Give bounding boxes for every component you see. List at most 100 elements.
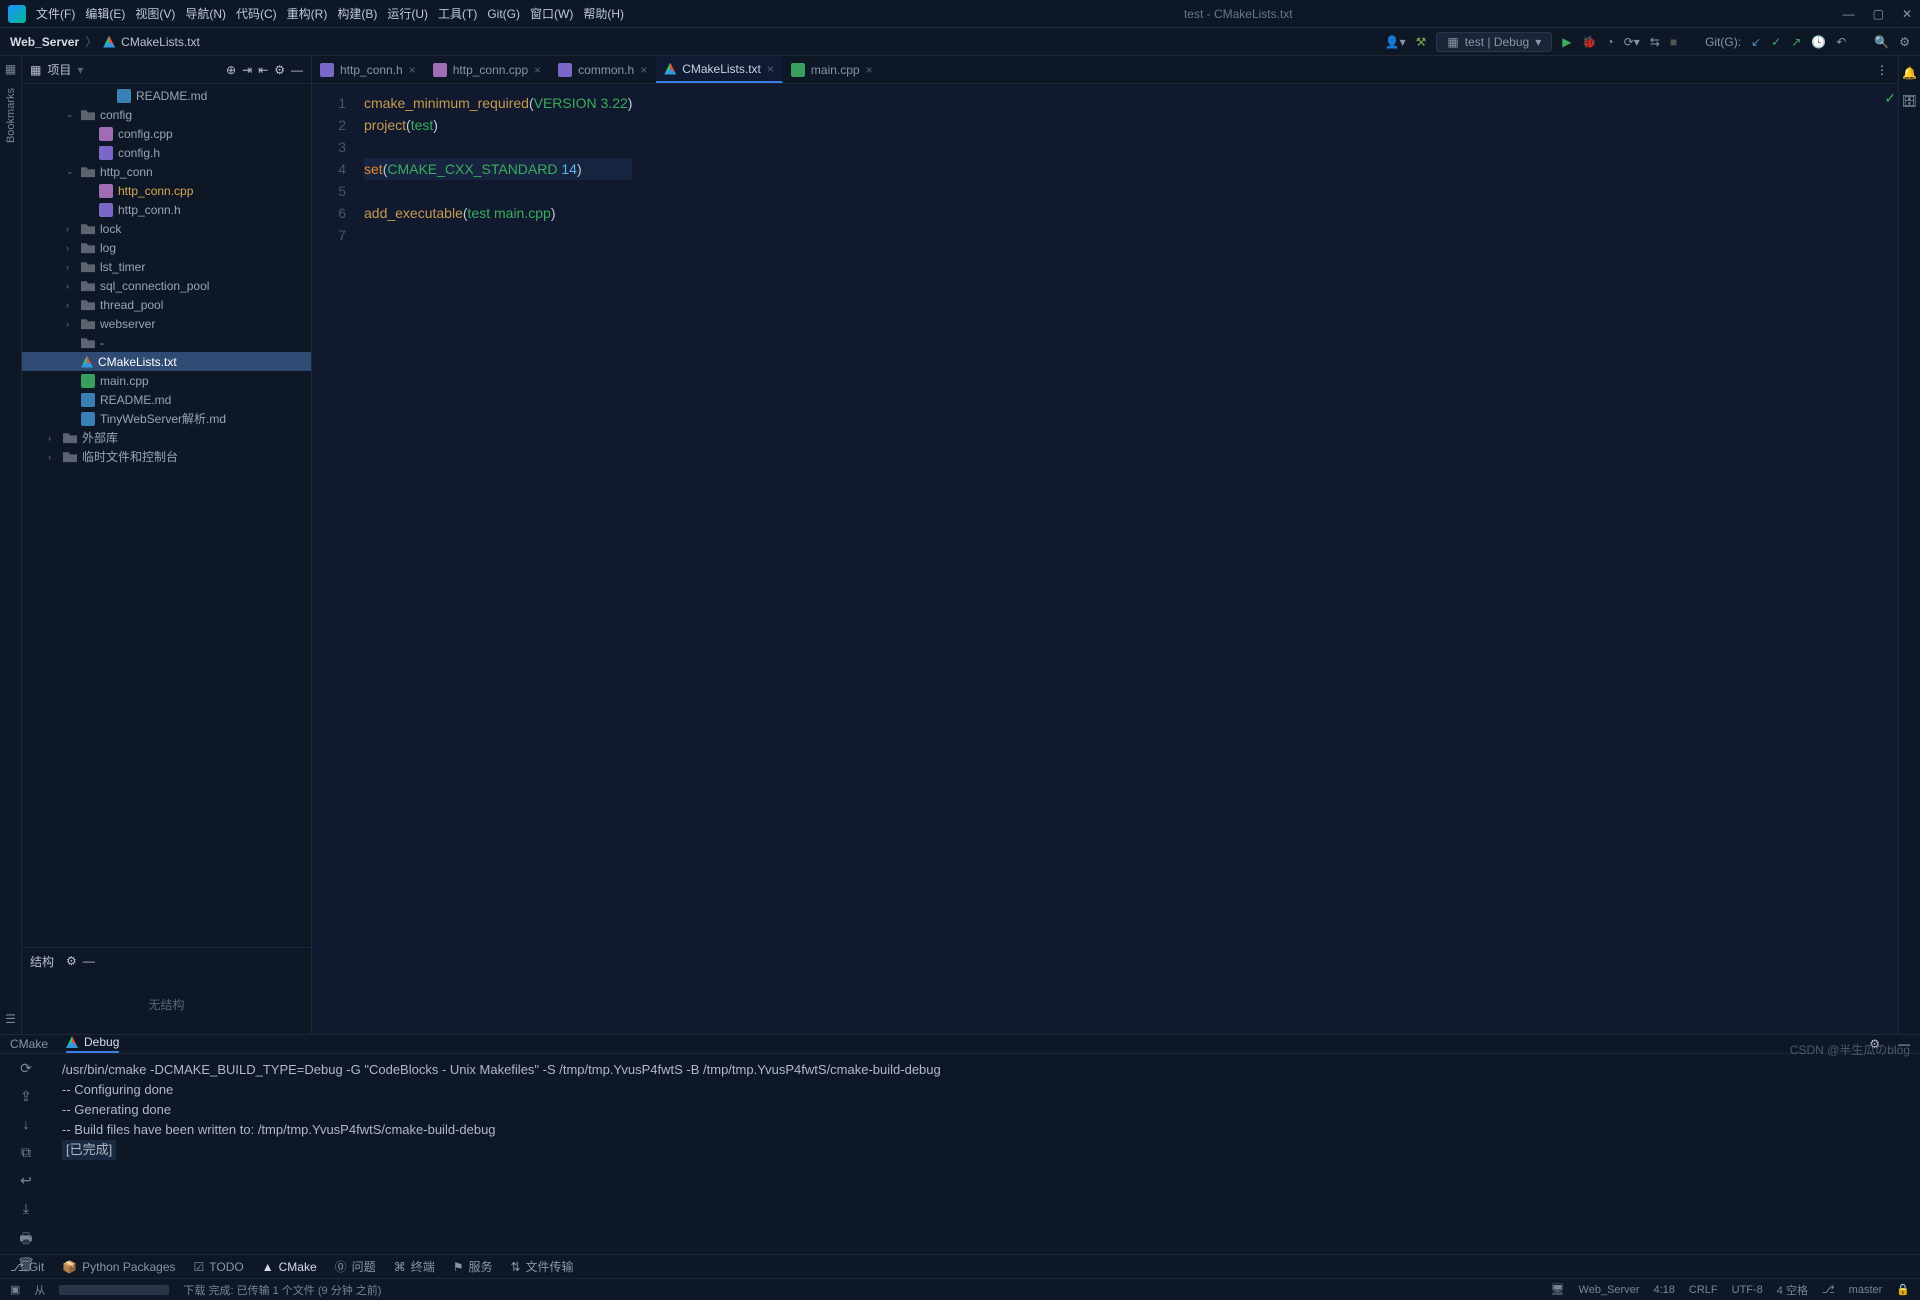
menu-5[interactable]: 重构(R) [287, 7, 328, 21]
tree-chevron-icon[interactable]: ⌄ [66, 166, 76, 177]
tree-node[interactable]: README.md [22, 86, 311, 105]
tree-node[interactable]: main.cpp [22, 371, 311, 390]
code-line[interactable]: add_executable(test main.cpp) [364, 202, 632, 224]
select-opened-file-icon[interactable]: ⊕ [226, 63, 236, 77]
tool-window-Python Packages[interactable]: 📦Python Packages [62, 1260, 175, 1274]
tree-node[interactable]: ›外部库 [22, 428, 311, 447]
tool-window-TODO[interactable]: ☑TODO [194, 1260, 244, 1274]
left-strip-bookmarks[interactable]: Bookmarks [5, 88, 17, 143]
status-indent[interactable]: 4 空格 [1777, 1282, 1808, 1298]
menu-0[interactable]: 文件(F) [36, 7, 75, 21]
breadcrumb-file[interactable]: CMakeLists.txt [121, 35, 200, 49]
minimize-icon[interactable]: — [1843, 7, 1855, 21]
line-number[interactable]: 7 [312, 224, 346, 246]
tree-node[interactable]: ›sql_connection_pool [22, 276, 311, 295]
tree-node[interactable]: README.md [22, 390, 311, 409]
tree-node[interactable]: http_conn.h [22, 200, 311, 219]
tool-windows-icon[interactable]: ▣ [10, 1283, 20, 1296]
menu-11[interactable]: 帮助(H) [583, 7, 624, 21]
reload-icon[interactable]: ⟳ [16, 1060, 36, 1080]
status-line-sep[interactable]: CRLF [1689, 1284, 1718, 1296]
tree-node[interactable]: TinyWebServer解析.md [22, 409, 311, 428]
tool-window-服务[interactable]: ⚑服务 [453, 1258, 493, 1275]
rollback-icon[interactable]: ↶ [1836, 35, 1846, 49]
build-icon[interactable]: ⇪ [16, 1088, 36, 1108]
tree-node[interactable]: config.h [22, 143, 311, 162]
tree-chevron-icon[interactable]: › [66, 224, 76, 234]
close-icon[interactable]: ✕ [1902, 7, 1912, 21]
tree-node[interactable]: ⌄config [22, 105, 311, 124]
debug-bottom-tab[interactable]: Debug [66, 1035, 119, 1053]
hide-panel-icon[interactable]: — [83, 954, 95, 968]
editor-tab[interactable]: main.cpp× [783, 56, 882, 83]
push-icon[interactable]: ↗ [1791, 35, 1801, 49]
tree-chevron-icon[interactable]: › [48, 452, 58, 462]
editor-tab[interactable]: http_conn.h× [312, 56, 425, 83]
toggle-view-icon[interactable]: ⧉ [16, 1144, 36, 1164]
editor-tab[interactable]: http_conn.cpp× [425, 56, 550, 83]
project-view-icon[interactable]: ▦ [30, 63, 41, 77]
coverage-icon[interactable]: ◔ [1606, 35, 1613, 49]
line-number[interactable]: 5 [312, 180, 346, 202]
tree-chevron-icon[interactable]: ⌄ [66, 109, 76, 120]
tree-node[interactable]: ›lst_timer [22, 257, 311, 276]
menu-4[interactable]: 代码(C) [236, 7, 277, 21]
stop-build-icon[interactable]: ↓ [16, 1116, 36, 1136]
tree-chevron-icon[interactable]: › [66, 319, 76, 329]
editor-tab[interactable]: CMakeLists.txt× [656, 56, 783, 83]
tool-window-CMake[interactable]: ▲CMake [262, 1260, 317, 1274]
code-line[interactable]: cmake_minimum_required(VERSION 3.22) [364, 92, 632, 114]
project-panel-title[interactable]: 项目 [47, 61, 71, 78]
tree-node[interactable]: config.cpp [22, 124, 311, 143]
tree-node[interactable]: CMakeLists.txt [22, 352, 311, 371]
update-project-icon[interactable]: ↙ [1751, 35, 1761, 49]
tab-close-icon[interactable]: × [866, 63, 873, 77]
line-number[interactable]: 1 [312, 92, 346, 114]
tab-close-icon[interactable]: × [534, 63, 541, 77]
menu-6[interactable]: 构建(B) [337, 7, 377, 21]
gear-icon[interactable]: ⚙ [274, 63, 285, 77]
remote-host-icon[interactable]: 🖥 [1551, 1283, 1565, 1296]
menu-2[interactable]: 视图(V) [135, 7, 175, 21]
status-branch[interactable]: master [1849, 1284, 1883, 1296]
line-number[interactable]: 3 [312, 136, 346, 158]
tree-node[interactable]: - [22, 333, 311, 352]
tool-window-文件传输[interactable]: ⇅文件传输 [510, 1258, 573, 1275]
scroll-end-icon[interactable]: ⤓ [16, 1200, 36, 1220]
editor-tab[interactable]: common.h× [550, 56, 656, 83]
hide-panel-icon[interactable]: — [291, 63, 303, 77]
project-tool-icon[interactable]: ▦ [5, 62, 16, 76]
tool-window-终端[interactable]: ⌘终端 [394, 1258, 435, 1275]
code-line[interactable] [364, 180, 632, 202]
tree-chevron-icon[interactable]: › [66, 262, 76, 272]
breadcrumb[interactable]: Web_Server 〉 CMakeLists.txt [10, 33, 1385, 50]
database-icon[interactable]: 🗄 [1902, 94, 1917, 108]
notifications-icon[interactable]: 🔔 [1902, 66, 1917, 80]
menu-7[interactable]: 运行(U) [387, 7, 428, 21]
git-branch-icon[interactable]: ⎇ [1822, 1283, 1835, 1296]
project-tree[interactable]: README.md⌄configconfig.cppconfig.h⌄http_… [22, 84, 311, 947]
maximize-icon[interactable]: ▢ [1873, 7, 1884, 21]
code-line[interactable]: project(test) [364, 114, 632, 136]
tool-window-问题[interactable]: ⓪问题 [335, 1258, 376, 1275]
run-configuration-selector[interactable]: ▦ test | Debug ▾ [1436, 32, 1552, 52]
menu-9[interactable]: Git(G) [487, 7, 520, 21]
profile-icon[interactable]: ⟳▾ [1624, 35, 1640, 49]
commit-icon[interactable]: ✓ [1771, 35, 1781, 49]
tree-chevron-icon[interactable]: › [48, 433, 58, 443]
editor-gutter[interactable]: 1234567 [312, 84, 356, 1034]
line-number[interactable]: 2 [312, 114, 346, 136]
tree-chevron-icon[interactable]: › [66, 281, 76, 291]
code-line[interactable] [364, 136, 632, 158]
structure-title[interactable]: 结构 [30, 953, 54, 970]
hammer-icon[interactable]: ⚒ [1416, 35, 1427, 49]
tab-close-icon[interactable]: × [767, 62, 774, 76]
tool-window-Git[interactable]: ⎇Git [10, 1260, 44, 1274]
status-caret-pos[interactable]: 4:18 [1653, 1284, 1674, 1296]
search-icon[interactable]: 🔍 [1874, 35, 1889, 49]
attach-icon[interactable]: ⇆ [1650, 35, 1660, 49]
tabs-more-icon[interactable]: ⋮ [1876, 63, 1888, 77]
tree-node[interactable]: ›临时文件和控制台 [22, 447, 311, 466]
tree-node[interactable]: ›lock [22, 219, 311, 238]
stop-icon[interactable]: ■ [1670, 35, 1677, 49]
